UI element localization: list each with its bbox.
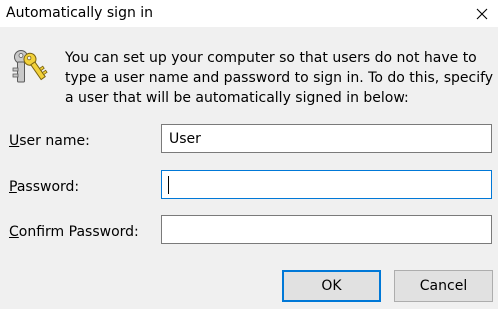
confirm-password-field[interactable] — [161, 215, 492, 244]
keys-icon — [12, 50, 48, 83]
description-text: You can set up your computer so that use… — [65, 50, 494, 106]
password-label-text: assword: — [16, 179, 80, 195]
confirm-password-label-text: onfirm Password: — [18, 224, 139, 240]
title-bar: Automatically sign in — [0, 0, 498, 27]
username-label: User name: — [9, 132, 90, 150]
username-label-accesskey: U — [9, 133, 20, 149]
password-label-accesskey: P — [9, 179, 17, 195]
username-field[interactable] — [161, 124, 492, 153]
window-title: Automatically sign in — [6, 5, 154, 21]
password-label: Password: — [9, 178, 79, 196]
close-button[interactable] — [466, 0, 498, 27]
text-caret — [168, 176, 169, 194]
cancel-button[interactable]: Cancel — [394, 270, 493, 302]
ok-button[interactable]: OK — [282, 270, 381, 302]
username-label-text: ser name: — [19, 133, 90, 149]
close-icon — [476, 8, 488, 19]
confirm-password-label: Confirm Password: — [9, 223, 139, 241]
confirm-password-label-accesskey: C — [9, 224, 19, 240]
password-field[interactable] — [161, 170, 492, 199]
dialog-body: You can set up your computer so that use… — [0, 27, 498, 309]
